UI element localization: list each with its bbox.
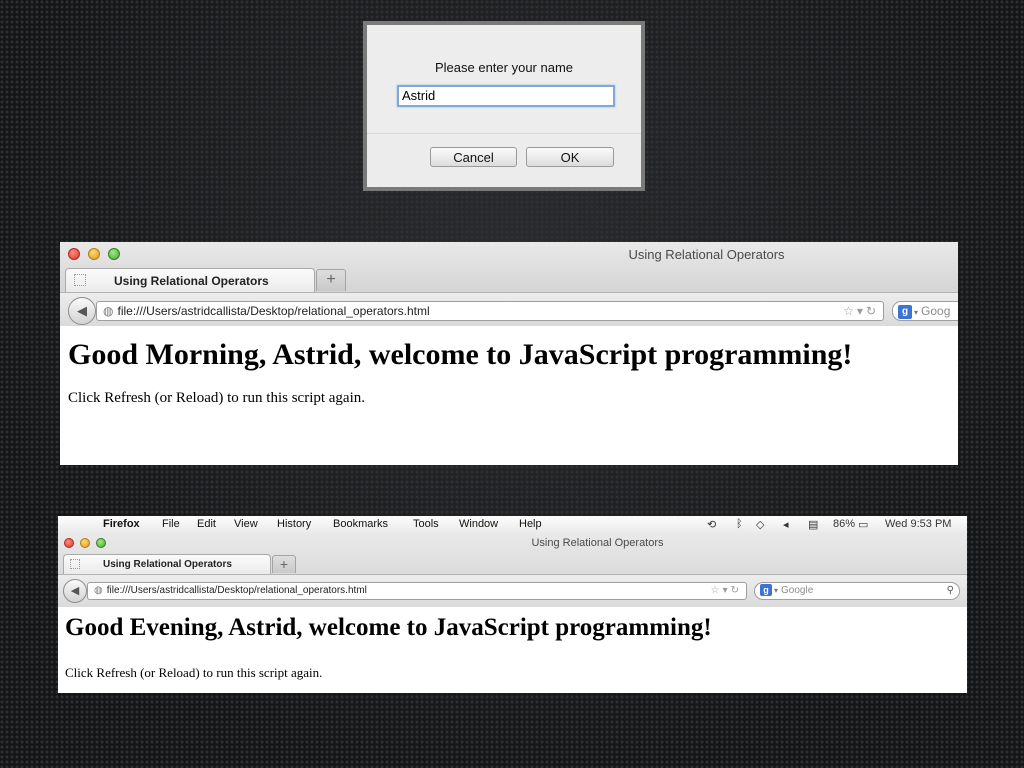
url-bar[interactable]: ◍ file:///Users/astridcallista/Desktop/re…	[96, 301, 884, 321]
tab-label: Using Relational Operators	[103, 559, 232, 570]
google-icon: g	[760, 584, 772, 597]
navigation-toolbar: ◀ ◍ file:///Users/astridcallista/Desktop/…	[60, 292, 958, 327]
prompt-dialog: Please enter your name Astrid Cancel OK	[363, 21, 645, 191]
reload-icon[interactable]: ↻	[866, 304, 879, 318]
menu-tools[interactable]: Tools	[413, 518, 439, 530]
google-icon: g	[898, 304, 912, 319]
back-button[interactable]: ◀	[68, 297, 96, 325]
menu-history[interactable]: History	[277, 518, 311, 530]
reload-instruction: Click Refresh (or Reload) to run this sc…	[65, 665, 323, 680]
back-arrow-icon: ◀	[70, 585, 80, 597]
battery-icon[interactable]: ▭	[858, 518, 868, 531]
url-bar-actions: ☆▾↻	[711, 583, 742, 599]
time-machine-icon[interactable]: ⟲	[707, 518, 716, 531]
back-button[interactable]: ◀	[63, 579, 87, 603]
search-bar[interactable]: g ▾ Google ⚲	[754, 582, 960, 600]
name-input[interactable]: Astrid	[397, 85, 615, 107]
prompt-dialog-divider	[367, 133, 641, 134]
menu-edit[interactable]: Edit	[197, 518, 216, 530]
menu-clock[interactable]: Wed 9:53 PM	[885, 518, 951, 530]
globe-icon: ◍	[103, 304, 114, 318]
prompt-dialog-body: Please enter your name Astrid Cancel OK	[367, 25, 641, 187]
us-flag-icon[interactable]: ▤	[808, 518, 818, 531]
history-dropdown-icon[interactable]: ▾	[857, 304, 866, 318]
cancel-button[interactable]: Cancel	[430, 147, 517, 167]
back-arrow-icon: ◀	[77, 303, 87, 318]
tab-using-relational-operators[interactable]: Using Relational Operators	[63, 554, 271, 574]
reload-icon[interactable]: ↻	[731, 585, 742, 596]
menu-bookmarks[interactable]: Bookmarks	[333, 518, 388, 530]
search-placeholder: Google	[781, 585, 814, 596]
globe-icon: ◍	[94, 585, 103, 596]
battery-percent: 86%	[833, 518, 856, 530]
search-engine-dropdown-icon[interactable]: ▾	[774, 586, 778, 595]
wifi-icon[interactable]: ◇	[756, 518, 764, 531]
history-dropdown-icon[interactable]: ▾	[723, 585, 731, 596]
new-tab-button[interactable]: +	[316, 269, 346, 291]
url-bar-actions: ☆▾↻	[843, 302, 879, 320]
blank-page-icon	[74, 274, 86, 286]
navigation-toolbar: ◀ ◍ file:///Users/astridcallista/Desktop/…	[58, 574, 967, 609]
window-title: Using Relational Operators	[531, 537, 664, 549]
browser-window-morning: Using Relational Operators Using Relatio…	[60, 242, 958, 465]
window-title: Using Relational Operators	[628, 247, 785, 262]
reload-instruction: Click Refresh (or Reload) to run this sc…	[68, 390, 366, 406]
prompt-message: Please enter your name	[434, 60, 574, 75]
url-text: file:///Users/astridcallista/Desktop/rel…	[106, 585, 367, 596]
bookmark-star-icon[interactable]: ☆	[843, 304, 857, 318]
greeting-heading: Good Evening, Astrid, welcome to JavaScr…	[65, 614, 712, 641]
ok-button[interactable]: OK	[526, 147, 614, 167]
search-magnifier-icon[interactable]: ⚲	[947, 583, 954, 599]
new-tab-button[interactable]: +	[272, 555, 296, 573]
menu-file[interactable]: File	[162, 518, 180, 530]
search-engine-dropdown-icon[interactable]: ▾	[914, 308, 918, 317]
window-titlebar: Using Relational Operators Using Relatio…	[58, 534, 967, 610]
menu-view[interactable]: View	[234, 518, 258, 530]
bluetooth-icon[interactable]: ᛒ	[736, 518, 743, 530]
tab-using-relational-operators[interactable]: Using Relational Operators	[65, 268, 315, 292]
volume-icon[interactable]: ◂	[783, 518, 789, 531]
url-text: file:///Users/astridcallista/Desktop/rel…	[117, 304, 430, 318]
mac-menu-bar: Firefox File Edit View History Bookmarks…	[58, 516, 967, 535]
browser-window-evening: Firefox File Edit View History Bookmarks…	[58, 516, 967, 693]
page-content: Good Morning, Astrid, welcome to JavaScr…	[60, 326, 958, 465]
url-bar[interactable]: ◍ file:///Users/astridcallista/Desktop/re…	[87, 582, 747, 600]
prompt-dialog-content	[367, 25, 641, 133]
search-bar[interactable]: g ▾ Goog	[892, 301, 958, 321]
menu-help[interactable]: Help	[519, 518, 542, 530]
search-placeholder: Goog	[921, 304, 951, 318]
menu-firefox[interactable]: Firefox	[103, 518, 140, 530]
bookmark-star-icon[interactable]: ☆	[711, 585, 723, 596]
tab-label: Using Relational Operators	[114, 274, 269, 288]
page-content: Good Evening, Astrid, welcome to JavaScr…	[58, 607, 967, 693]
greeting-heading: Good Morning, Astrid, welcome to JavaScr…	[68, 338, 853, 371]
blank-page-icon	[70, 559, 80, 569]
menu-window[interactable]: Window	[459, 518, 498, 530]
